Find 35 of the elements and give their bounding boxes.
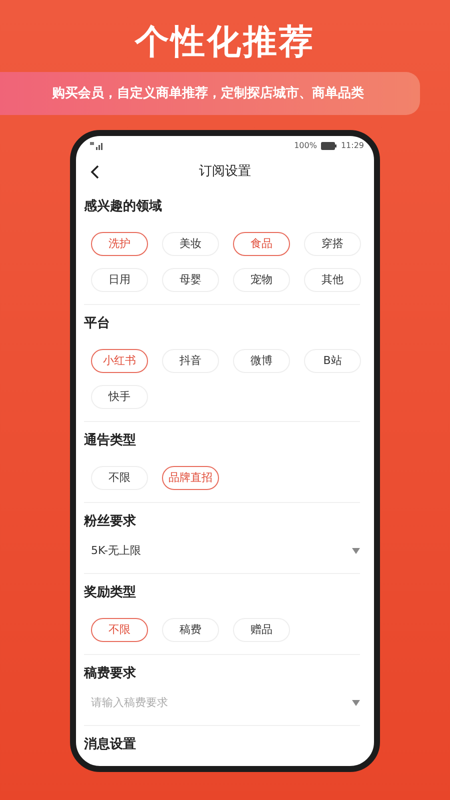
option-chip[interactable]: 品牌直招 [162,466,219,490]
option-chip[interactable]: 不限 [91,466,148,490]
option-chip[interactable]: 小红书 [91,349,148,373]
section-title: 消息设置 [84,736,137,754]
option-chip[interactable]: 宠物 [233,268,290,292]
option-chip[interactable]: 稿费 [162,618,219,642]
dropdown-caret-icon [352,548,360,554]
option-chip[interactable]: 赠品 [233,618,290,642]
page-title: 订阅设置 [199,163,251,182]
signal-icon [90,142,104,150]
section-title: 平台 [84,315,111,333]
option-chip[interactable]: 抖音 [162,349,219,373]
dropdown-field[interactable]: 5K-无上限 [84,541,360,561]
clock-time: 11:29 [340,140,364,152]
section-title: 通告类型 [84,432,137,450]
option-chip[interactable]: B站 [304,349,361,373]
option-chip[interactable]: 穿搭 [304,232,361,256]
option-chip[interactable]: 快手 [91,385,148,409]
dropdown-caret-icon [352,700,360,706]
option-chip[interactable]: 母婴 [162,268,219,292]
option-chip[interactable]: 食品 [233,232,290,256]
option-chip[interactable]: 日用 [91,268,148,292]
battery-icon [320,142,337,150]
headline: 个性化推荐 [135,22,315,62]
option-chip[interactable]: 其他 [304,268,361,292]
subtitle: 购买会员，自定义商单推荐，定制探店城市、商单品类 [52,84,364,103]
section-title: 感兴趣的领域 [84,198,163,216]
section-title: 奖励类型 [84,584,137,602]
option-chip[interactable]: 不限 [91,618,148,642]
battery-percent: 100% [294,140,317,152]
option-chip[interactable]: 微博 [233,349,290,373]
option-chip[interactable]: 美妆 [162,232,219,256]
option-chip[interactable]: 洗护 [91,232,148,256]
section-title: 稿费要求 [84,665,137,683]
section-title: 粉丝要求 [84,513,137,531]
